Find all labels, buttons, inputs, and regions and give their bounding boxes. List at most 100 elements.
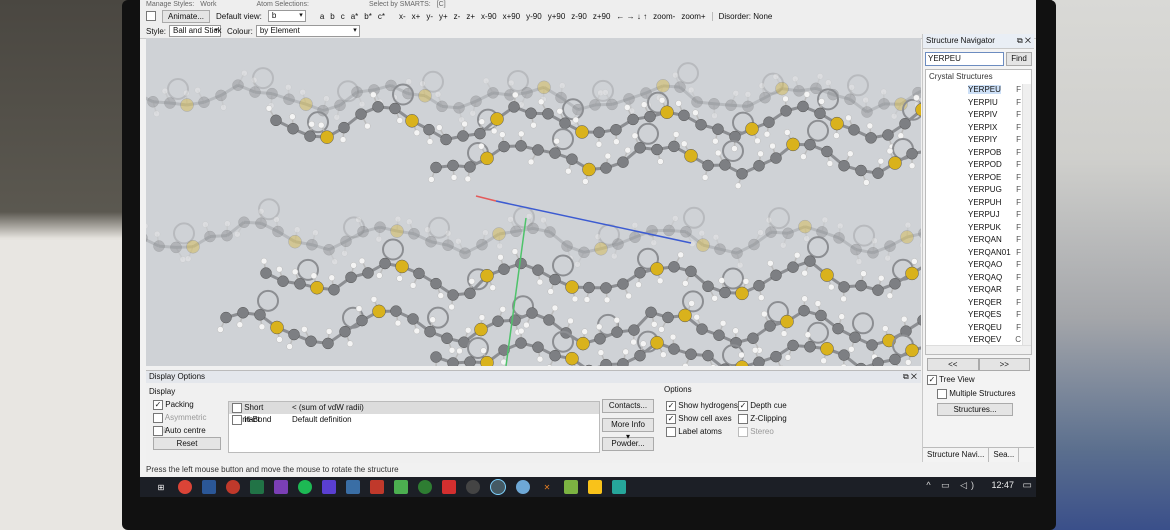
structure-list-item[interactable]: YERPUK F xyxy=(926,222,1031,235)
active-app-icon[interactable] xyxy=(490,479,506,495)
structure-list-item[interactable]: YERPOD F xyxy=(926,159,1031,172)
rotate-9-button[interactable]: y+90 xyxy=(548,12,566,21)
next-structure-button[interactable]: >> xyxy=(978,358,1030,371)
tab-search[interactable]: Sea... xyxy=(989,448,1020,462)
molecule-render[interactable] xyxy=(146,38,921,366)
rotate-8-button[interactable]: y-90 xyxy=(526,12,542,21)
previous-structure-button[interactable]: << xyxy=(927,358,979,371)
red-square-icon[interactable] xyxy=(370,480,384,494)
rotate-2-button[interactable]: y- xyxy=(426,12,433,21)
auto-centre-checkbox[interactable] xyxy=(153,425,163,436)
stereo-checkbox[interactable] xyxy=(738,426,748,437)
asymmetric-unit-checkbox[interactable] xyxy=(153,412,163,423)
reset-button[interactable]: Reset xyxy=(153,437,221,450)
contact-row[interactable]: Short Contact < (sum of vdW radii) xyxy=(229,402,599,424)
blue-app-icon[interactable] xyxy=(346,480,360,494)
spotify-icon[interactable] xyxy=(298,480,312,494)
notes-icon[interactable] xyxy=(564,480,578,494)
contact-row[interactable]: H-Bond Default definition xyxy=(229,414,599,426)
green-app-icon[interactable] xyxy=(394,480,408,494)
vertical-scrollbar[interactable] xyxy=(1022,84,1031,352)
view-axis-1-button[interactable]: b xyxy=(330,12,334,21)
pan-arrows[interactable]: ← → ↓ ↑ xyxy=(616,12,647,21)
default-view-select[interactable]: b xyxy=(267,10,306,22)
refcode-search-input[interactable]: YERPEU xyxy=(925,52,1004,66)
structure-list-item[interactable]: YERPIX F xyxy=(926,122,1031,135)
structure-list-item[interactable]: YERQAO F xyxy=(926,259,1031,272)
rotate-7-button[interactable]: x+90 xyxy=(503,12,521,21)
colour-select[interactable]: by Element xyxy=(255,25,360,37)
tool-icon[interactable]: ✕ xyxy=(540,480,554,494)
smarts-input[interactable]: [C] xyxy=(437,1,446,8)
view-axis-4-button[interactable]: b* xyxy=(364,12,372,21)
structure-list-item[interactable]: YERQAN01 F xyxy=(926,247,1031,260)
structures-button[interactable]: Structures... xyxy=(937,403,1013,416)
tab-structure-navigator[interactable]: Structure Navi... xyxy=(923,448,990,462)
zoom-in-button[interactable]: zoom+ xyxy=(681,12,705,21)
show-hydrogens-checkbox[interactable] xyxy=(666,400,676,411)
navigator-float-close-icons[interactable]: ⧉ ✕ xyxy=(1017,34,1031,48)
purple-app-icon[interactable] xyxy=(322,480,336,494)
rotate-4-button[interactable]: z- xyxy=(454,12,461,21)
packing-checkbox[interactable] xyxy=(153,399,163,410)
system-tray-icons[interactable]: ^ ▭ ◁) xyxy=(926,480,978,491)
chrome-icon[interactable] xyxy=(178,480,192,494)
excel-icon[interactable] xyxy=(250,480,264,494)
find-button[interactable]: Find xyxy=(1006,52,1032,66)
style-select[interactable]: Ball and Stick xyxy=(169,25,221,37)
horizontal-scrollbar[interactable] xyxy=(926,345,1031,354)
animate-button[interactable]: Animate... xyxy=(162,9,211,23)
pdf-icon[interactable] xyxy=(442,480,456,494)
structure-list-item[interactable]: YERPOB F xyxy=(926,147,1031,160)
view-axis-3-button[interactable]: a* xyxy=(351,12,359,21)
rotate-3-button[interactable]: y+ xyxy=(439,12,448,21)
mercury-icon[interactable] xyxy=(466,480,480,494)
structure-list-item[interactable]: YERPEU F xyxy=(926,84,1031,97)
structure-list-item[interactable]: YERQES F xyxy=(926,309,1031,322)
tree-view-checkbox[interactable] xyxy=(927,375,937,385)
structure-list-item[interactable]: YERPIV F xyxy=(926,109,1031,122)
structure-list-item[interactable]: YERQEU F xyxy=(926,322,1031,335)
view-axis-5-button[interactable]: c* xyxy=(378,12,385,21)
structure-list-item[interactable]: YERPUH F xyxy=(926,197,1031,210)
display-options-float-close-icons[interactable]: ⧉ ✕ xyxy=(903,371,917,383)
rotate-5-button[interactable]: z+ xyxy=(466,12,475,21)
zoom-out-button[interactable]: zoom- xyxy=(653,12,675,21)
rotate-11-button[interactable]: z+90 xyxy=(593,12,611,21)
structure-list-item[interactable]: YERPOE F xyxy=(926,172,1031,185)
view-axis-2-button[interactable]: c xyxy=(341,12,345,21)
green-circle-icon[interactable] xyxy=(418,480,432,494)
rotate-1-button[interactable]: x+ xyxy=(412,12,421,21)
z-clipping-checkbox[interactable] xyxy=(738,413,748,424)
contacts-button[interactable]: Contacts... xyxy=(602,399,654,413)
3d-viewer[interactable] xyxy=(146,38,921,366)
notification-icon[interactable]: ▭ xyxy=(1023,480,1032,491)
structure-list-item[interactable]: YERPIU F xyxy=(926,97,1031,110)
colorful-app-icon[interactable] xyxy=(612,480,626,494)
powder-button[interactable]: Powder... xyxy=(602,437,654,451)
red-app-icon[interactable] xyxy=(226,480,240,494)
show-cell-axes-checkbox[interactable] xyxy=(666,413,676,424)
contact-checkbox[interactable] xyxy=(232,402,242,413)
rotate-6-button[interactable]: x-90 xyxy=(481,12,497,21)
label-atoms-checkbox[interactable] xyxy=(666,426,676,437)
yellow-app-icon[interactable] xyxy=(588,480,602,494)
structure-list-item[interactable]: YERPUJ F xyxy=(926,209,1031,222)
rotate-0-button[interactable]: x- xyxy=(399,12,406,21)
rotate-10-button[interactable]: z-90 xyxy=(571,12,587,21)
structure-list-item[interactable]: YERQAN F xyxy=(926,234,1031,247)
structure-list-item[interactable]: YERPUG F xyxy=(926,184,1031,197)
view-axis-0-button[interactable]: a xyxy=(320,12,324,21)
manage-styles-value[interactable]: Work xyxy=(200,1,216,8)
multiple-structures-checkbox[interactable] xyxy=(937,389,947,399)
more-info-button[interactable]: More Info ▾ xyxy=(602,418,654,441)
contact-checkbox[interactable] xyxy=(232,414,242,425)
word-icon[interactable] xyxy=(202,480,216,494)
structure-list-item[interactable]: YERPIY F xyxy=(926,134,1031,147)
teal-app-icon[interactable] xyxy=(516,480,530,494)
structure-list-item[interactable]: YERQER F xyxy=(926,297,1031,310)
onenote-icon[interactable] xyxy=(274,480,288,494)
toolbar-checkbox[interactable] xyxy=(146,11,156,21)
depth-cue-checkbox[interactable] xyxy=(738,400,748,411)
windows-start-icon[interactable]: ⊞ xyxy=(154,480,168,494)
